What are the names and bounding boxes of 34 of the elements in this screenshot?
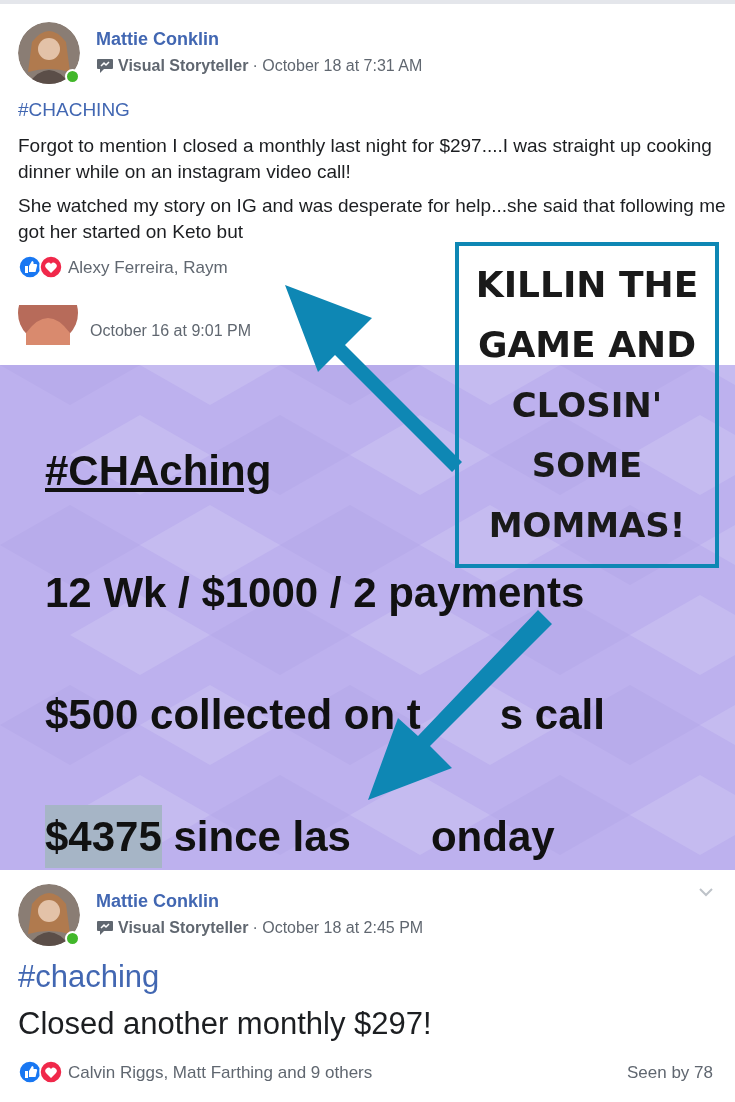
author-name[interactable]: Mattie Conklin — [96, 889, 424, 913]
post-hashtag[interactable]: #CHACHING — [18, 96, 717, 125]
post-text: She watched my story on IG and was desperate for help...she said that following me got her started on Keto but — [18, 193, 727, 244]
story-line: since las — [172, 812, 351, 862]
callout-text: GAME AND — [477, 323, 697, 367]
seen-count[interactable]: Seen by 78 — [627, 1059, 713, 1085]
avatar[interactable] — [18, 22, 80, 84]
avatar[interactable] — [18, 884, 80, 946]
post-text: Forgot to mention I closed a monthly last night for $297....I was straight up cooking dinner while on an instagram video call! — [18, 133, 713, 184]
member-badge-label: Visual Storyteller — [118, 918, 249, 939]
speech-bubble-icon — [96, 920, 114, 937]
post-hashtag[interactable]: #chaching — [18, 958, 717, 997]
callout-text: MOMMAS! — [488, 504, 686, 547]
author-name[interactable]: Mattie Conklin — [96, 27, 423, 51]
story-heading: #CHAching — [45, 446, 272, 496]
highlighted-amount: $4375 — [45, 805, 162, 868]
callout-text: CLOSIN' — [511, 384, 663, 427]
story-line: $500 collected on t — [45, 690, 421, 740]
callout-text: KILLIN THE — [475, 263, 699, 307]
like-love-reactions-icon[interactable] — [18, 1060, 64, 1085]
callout-text: SOME — [531, 444, 643, 487]
story-line: onday — [430, 812, 555, 862]
post-time[interactable]: · October 18 at 7:31 AM — [252, 54, 423, 79]
story-line: 12 Wk / $1000 / 2 payments — [45, 568, 585, 618]
reaction-names[interactable]: Alexy Ferreira, Raym — [68, 254, 228, 280]
post-time[interactable]: October 16 at 9:01 PM — [90, 319, 251, 343]
reaction-names[interactable]: Calvin Riggs, Matt Farthing and 9 others — [68, 1059, 373, 1085]
post-time[interactable]: · October 18 at 2:45 PM — [252, 916, 424, 941]
speech-bubble-icon — [96, 58, 114, 75]
story-line: s call — [499, 690, 605, 740]
member-badge-label: Visual Storyteller — [118, 56, 249, 77]
post-text: Closed another monthly $297! — [18, 1004, 433, 1043]
like-love-reactions-icon[interactable] — [18, 255, 64, 280]
avatar[interactable] — [18, 305, 78, 345]
